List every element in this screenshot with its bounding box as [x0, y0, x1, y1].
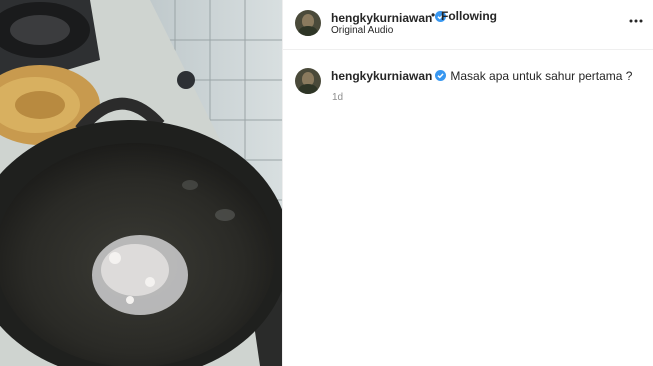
verified-badge-icon	[435, 70, 447, 82]
comment-username[interactable]: hengkykurniawan	[331, 69, 432, 83]
avatar[interactable]	[295, 10, 321, 36]
caption-text: Masak apa untuk sahur pertama ?	[450, 69, 633, 83]
post-details-panel: hengkykurniawan • Following Original Aud…	[282, 0, 653, 366]
video-frame	[0, 0, 282, 366]
following-button[interactable]: Following	[441, 9, 497, 23]
post-video[interactable]	[0, 0, 282, 366]
separator-dot: •	[431, 8, 436, 22]
more-options-icon[interactable]	[629, 14, 643, 28]
avatar[interactable]	[295, 68, 321, 94]
audio-link[interactable]: Original Audio	[331, 25, 393, 36]
comment-timestamp[interactable]: 1d	[332, 92, 343, 103]
post-header: hengkykurniawan • Following Original Aud…	[283, 0, 653, 50]
author-username[interactable]: hengkykurniawan	[331, 11, 432, 25]
caption-line: hengkykurniawan Masak apa untuk sahur per…	[331, 69, 632, 83]
